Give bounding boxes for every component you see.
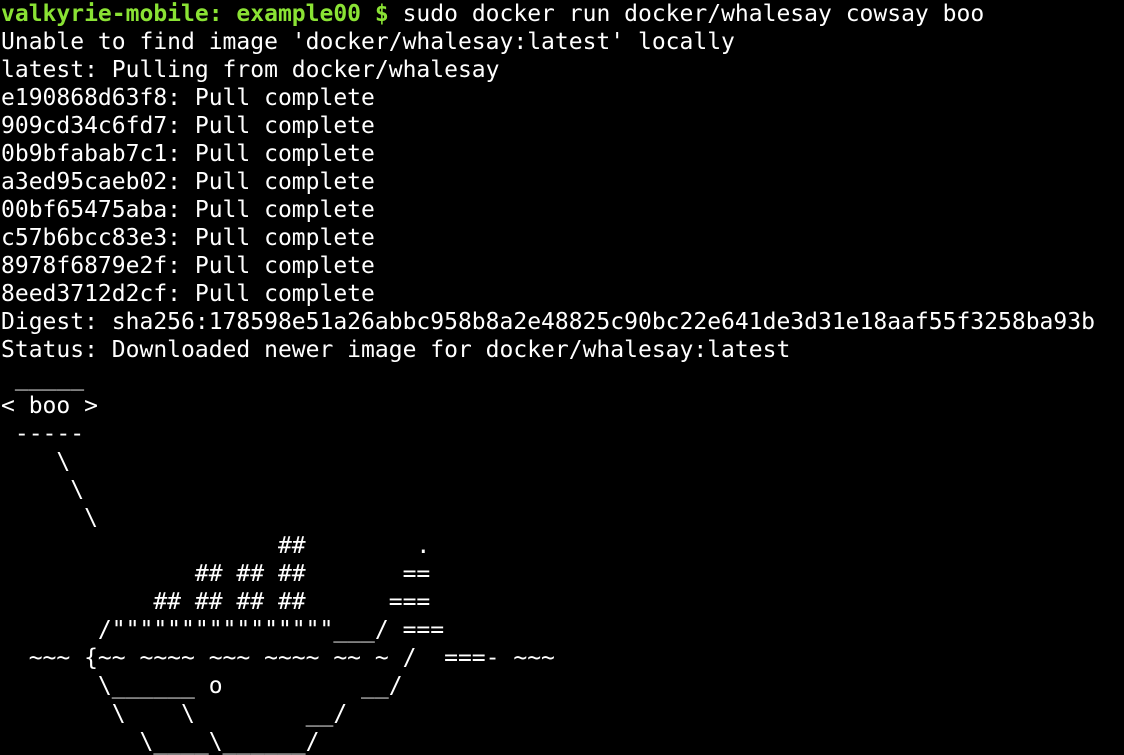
ascii-art-line: \ \ __/ <box>1 701 348 727</box>
ascii-art-line: _____ <box>1 365 85 391</box>
output-line: e190868d63f8: Pull complete <box>1 85 375 111</box>
output-line: 909cd34c6fd7: Pull complete <box>1 113 375 139</box>
ascii-art-line: \ <box>1 477 85 503</box>
ascii-art-line: < boo > <box>1 393 98 419</box>
ascii-art-line: \ <box>1 505 98 531</box>
ascii-art-line: ## ## ## ## === <box>1 589 431 615</box>
command-line: valkyrie-mobile: example00 $ sudo docker… <box>0 0 1124 28</box>
output-line: 0b9bfabab7c1: Pull complete <box>1 141 375 167</box>
output-line: Unable to find image 'docker/whalesay:la… <box>1 29 735 55</box>
terminal-window[interactable]: valkyrie-mobile: example00 $ sudo docker… <box>0 0 1124 755</box>
output-line: latest: Pulling from docker/whalesay <box>1 57 500 83</box>
output-line: 8978f6879e2f: Pull complete <box>1 253 375 279</box>
ascii-art-line: \____\______/ <box>1 729 320 755</box>
output-line: Digest: sha256:178598e51a26abbc958b8a2e4… <box>1 309 1095 335</box>
command-text: sudo docker run docker/whalesay cowsay b… <box>388 1 985 27</box>
ascii-art-line: ## ## ## == <box>1 561 431 587</box>
output-line: Status: Downloaded newer image for docke… <box>1 337 791 363</box>
ascii-art-line: ----- <box>1 421 85 447</box>
shell-prompt: valkyrie-mobile: example00 $ <box>1 1 389 27</box>
ascii-art-line: \ <box>1 449 71 475</box>
ascii-art-line: \______ o __/ <box>1 673 403 699</box>
ascii-art-line: ## . <box>1 533 431 559</box>
ascii-art-line: /""""""""""""""""___/ === <box>1 617 445 643</box>
ascii-art-line: ~~~ {~~ ~~~~ ~~~ ~~~~ ~~ ~ / ===- ~~~ <box>1 645 555 671</box>
output-line: c57b6bcc83e3: Pull complete <box>1 225 375 251</box>
output-line: 00bf65475aba: Pull complete <box>1 197 375 223</box>
output-line: a3ed95caeb02: Pull complete <box>1 169 375 195</box>
output-line: 8eed3712d2cf: Pull complete <box>1 281 375 307</box>
